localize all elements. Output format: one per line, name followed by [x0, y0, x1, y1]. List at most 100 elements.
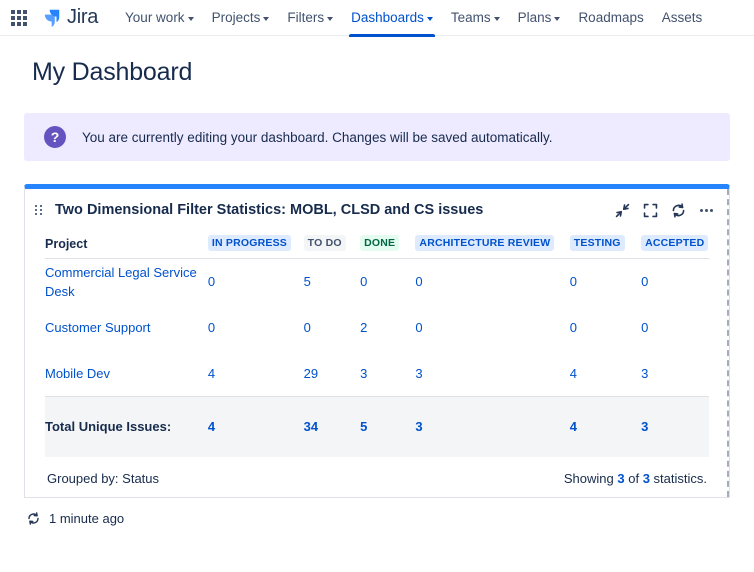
column-header-to-do[interactable]: TO DO: [303, 231, 361, 259]
cell-value[interactable]: 4: [569, 350, 642, 397]
maximize-icon[interactable]: [642, 202, 659, 219]
nav-item-filters[interactable]: Filters: [278, 0, 342, 36]
nav-item-roadmaps[interactable]: Roadmaps: [569, 0, 652, 36]
totals-row-label: Total Unique Issues:: [45, 396, 208, 457]
totals-cell-value[interactable]: 3: [641, 396, 709, 457]
cell-value[interactable]: 0: [360, 259, 415, 305]
column-header-accepted[interactable]: ACCEPTED: [641, 231, 709, 259]
two-dimensional-filter-statistics-gadget: Two Dimensional Filter Statistics: MOBL,…: [24, 184, 730, 498]
top-navigation-bar: Jira Your work Projects Filters Dashboar…: [0, 0, 754, 37]
cell-value[interactable]: 0: [415, 259, 569, 305]
drag-handle-icon[interactable]: [35, 205, 47, 215]
jira-logo-home-link[interactable]: Jira: [40, 6, 98, 29]
nav-item-label: Teams: [450, 10, 491, 25]
nav-item-your-work[interactable]: Your work: [116, 0, 203, 36]
table-row: Customer Support 0 0 2 0 0 0 2: [45, 305, 709, 351]
nav-item-label: Filters: [287, 10, 325, 25]
cell-value[interactable]: 3: [641, 350, 709, 397]
table-row: Commercial Legal Service Desk 0 5 0 0 0 …: [45, 259, 709, 305]
nav-item-assets[interactable]: Assets: [653, 0, 712, 36]
cell-value[interactable]: 4: [207, 350, 304, 397]
gadget-header: Two Dimensional Filter Statistics: MOBL,…: [25, 189, 729, 231]
more-options-icon[interactable]: [698, 202, 715, 219]
column-header-testing[interactable]: TESTING: [569, 231, 642, 259]
showing-prefix: Showing: [563, 470, 618, 486]
chevron-down-icon: [493, 16, 500, 21]
status-badge: DONE: [360, 235, 400, 251]
row-label-project[interactable]: Customer Support: [45, 305, 208, 351]
collapse-icon[interactable]: [614, 202, 631, 219]
grouped-by-label: Grouped by: Status: [47, 470, 160, 486]
chevron-down-icon: [263, 16, 270, 21]
totals-cell-value[interactable]: 5: [360, 396, 416, 457]
cell-value[interactable]: 0: [641, 305, 709, 351]
column-header-in-progress[interactable]: IN PROGRESS: [207, 231, 304, 259]
refresh-icon[interactable]: [670, 202, 687, 219]
totals-cell-value[interactable]: 4: [207, 396, 304, 457]
status-badge: ACCEPTED: [641, 235, 709, 251]
cell-value[interactable]: 5: [304, 259, 360, 305]
brand-name: Jira: [67, 6, 99, 28]
showing-middle: of: [624, 470, 643, 486]
nav-item-label: Dashboards: [351, 10, 424, 25]
status-badge: ARCHITECTURE REVIEW: [415, 235, 555, 251]
chevron-down-icon: [554, 16, 561, 21]
edit-mode-banner: ? You are currently editing your dashboa…: [24, 113, 730, 161]
showing-count: 3: [617, 470, 625, 486]
nav-item-label: Your work: [125, 10, 185, 25]
table-totals-row: Total Unique Issues: 4 34 5 3 4 3 53: [45, 396, 709, 457]
chevron-down-icon: [426, 16, 433, 21]
question-mark-icon: ?: [44, 126, 66, 148]
last-refreshed-stamp: 1 minute ago: [24, 511, 730, 526]
cell-value[interactable]: 0: [641, 259, 709, 305]
nav-item-dashboards[interactable]: Dashboards: [342, 0, 442, 37]
cell-value[interactable]: 0: [570, 259, 641, 305]
gadget-resize-guide[interactable]: [727, 189, 729, 497]
column-header-architecture-review[interactable]: ARCHITECTURE REVIEW: [415, 231, 570, 259]
totals-cell-value[interactable]: 34: [303, 396, 361, 457]
edit-mode-banner-text: You are currently editing your dashboard…: [82, 129, 553, 145]
statistics-table: Project IN PROGRESS TO DO DONE ARCHITECT…: [45, 231, 709, 457]
nav-item-label: Roadmaps: [578, 10, 644, 25]
nav-item-projects[interactable]: Projects: [203, 0, 279, 36]
column-header-done[interactable]: DONE: [360, 231, 416, 259]
chevron-down-icon: [327, 16, 334, 21]
cell-value[interactable]: 3: [415, 350, 570, 397]
column-header-project[interactable]: Project: [45, 231, 208, 259]
status-badge: TO DO: [303, 235, 346, 251]
refresh-icon[interactable]: [26, 511, 41, 526]
cell-value[interactable]: 0: [208, 305, 304, 351]
showing-statistics-label: Showing 3 of 3 statistics.: [564, 471, 707, 486]
cell-value[interactable]: 0: [304, 305, 360, 351]
showing-suffix: statistics.: [649, 470, 707, 486]
nav-item-label: Plans: [517, 10, 552, 25]
cell-value[interactable]: 0: [570, 305, 641, 351]
showing-total: 3: [642, 470, 650, 486]
totals-cell-value[interactable]: 4: [569, 396, 642, 457]
gadget-footer: Grouped by: Status Showing 3 of 3 statis…: [25, 457, 729, 486]
totals-cell-value[interactable]: 3: [415, 396, 570, 457]
dashboard-page: My Dashboard ? You are currently editing…: [0, 58, 754, 526]
chevron-down-icon: [187, 16, 194, 21]
status-badge: TESTING: [569, 235, 625, 251]
nav-item-label: Assets: [661, 10, 703, 25]
nav-item-label: Projects: [211, 10, 261, 25]
table-header-row: Project IN PROGRESS TO DO DONE ARCHITECT…: [45, 231, 709, 259]
cell-value[interactable]: 2: [360, 305, 415, 351]
cell-value[interactable]: 3: [360, 350, 416, 397]
nav-item-teams[interactable]: Teams: [442, 0, 509, 36]
cell-value[interactable]: 0: [208, 259, 304, 305]
status-badge: IN PROGRESS: [207, 235, 291, 251]
jira-logo-icon: [44, 9, 60, 27]
table-row: Mobile Dev 4 29 3 3 4 3 46: [45, 350, 709, 397]
last-refreshed-text: 1 minute ago: [49, 511, 125, 526]
cell-value[interactable]: 0: [415, 305, 569, 351]
nav-item-plans[interactable]: Plans: [509, 0, 570, 36]
statistics-table-container: Project IN PROGRESS TO DO DONE ARCHITECT…: [45, 231, 709, 457]
row-label-project[interactable]: Mobile Dev: [45, 350, 208, 397]
page-title: My Dashboard: [32, 58, 193, 86]
row-label-project[interactable]: Commercial Legal Service Desk: [45, 259, 208, 305]
grid-apps-icon[interactable]: [6, 5, 32, 31]
gadget-actions: [614, 202, 715, 219]
cell-value[interactable]: 29: [303, 350, 361, 397]
